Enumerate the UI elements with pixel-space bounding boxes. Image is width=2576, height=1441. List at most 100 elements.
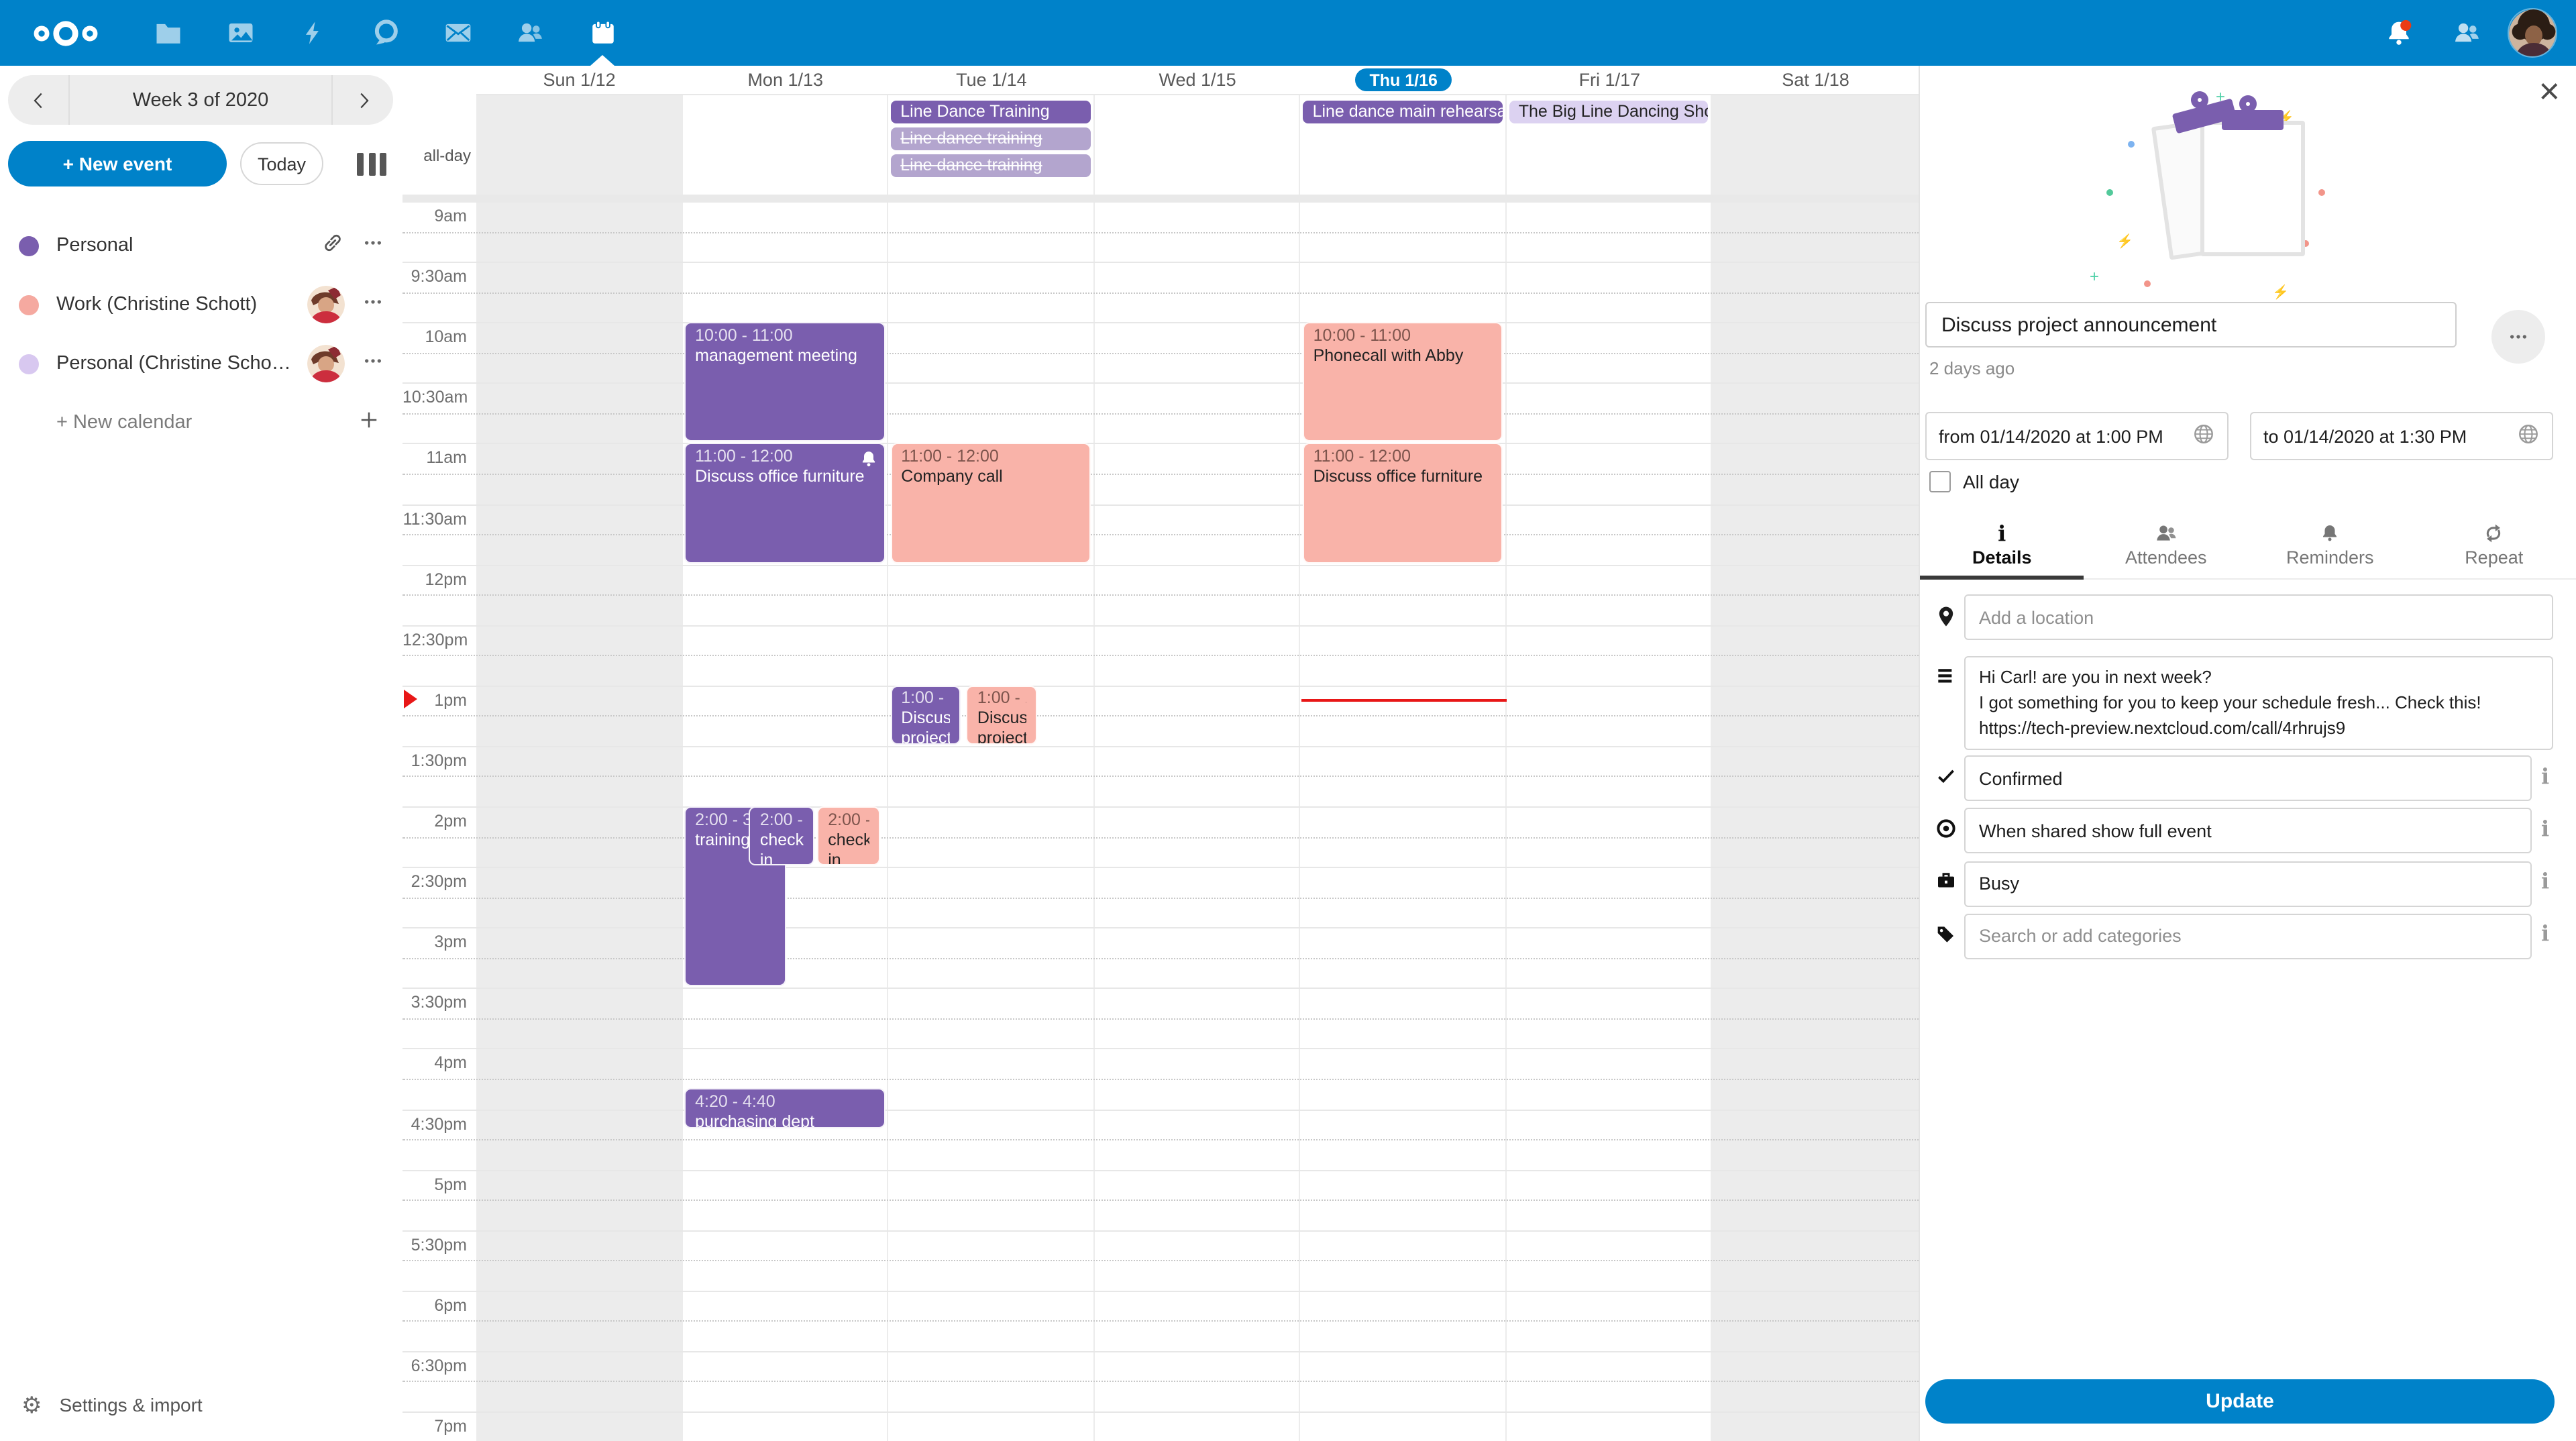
allday-label: all-day: [402, 146, 471, 165]
talk-icon[interactable]: [349, 0, 421, 66]
location-input[interactable]: [1964, 594, 2553, 640]
next-week-button[interactable]: [331, 75, 393, 125]
tab-attendees[interactable]: Attendees: [2084, 509, 2249, 578]
contacts-menu-icon[interactable]: [2440, 0, 2491, 66]
categories-info-icon[interactable]: i: [2541, 923, 2549, 945]
today-button[interactable]: Today: [240, 142, 323, 185]
calendar-list-item[interactable]: Work (Christine Schott): [0, 275, 402, 334]
timezone-globe-icon[interactable]: [2517, 423, 2540, 449]
hour-gridline: [402, 1351, 1919, 1352]
close-icon[interactable]: ×: [2538, 74, 2560, 110]
allday-event[interactable]: Line dance training: [891, 127, 1090, 150]
calendar-list-item[interactable]: Personal: [0, 216, 402, 275]
activity-icon[interactable]: [276, 0, 349, 66]
tab-repeat[interactable]: Repeat: [2412, 509, 2576, 578]
event-card[interactable]: 11:00 - 12:00Company call: [890, 443, 1091, 563]
all-day-checkbox[interactable]: [1929, 471, 1951, 492]
nextcloud-logo-icon[interactable]: [21, 15, 110, 50]
freebusy-info-icon[interactable]: i: [2541, 871, 2549, 892]
time-label: 12pm: [402, 570, 467, 588]
calendar-row-icons: [307, 286, 384, 323]
mail-icon[interactable]: [421, 0, 494, 66]
event-card[interactable]: 1:00 - 1:30Discuss project: [967, 686, 1038, 745]
event-card[interactable]: 10:00 - 11:00management meeting: [684, 322, 885, 441]
calendar-list-item[interactable]: Personal (Christine Scho…: [0, 334, 402, 393]
allday-event[interactable]: Line dance training: [891, 154, 1090, 177]
description-field[interactable]: Hi Carl! are you in next week? I got som…: [1964, 656, 2553, 750]
status-check-icon: [1932, 766, 1959, 786]
day-header[interactable]: Mon 1/13: [682, 66, 888, 94]
current-time-marker: [404, 690, 417, 709]
event-actions-menu-icon[interactable]: [2491, 310, 2545, 364]
day-header[interactable]: Fri 1/17: [1507, 66, 1713, 94]
time-label: 4pm: [402, 1054, 467, 1073]
all-day-toggle[interactable]: All day: [1929, 471, 2019, 492]
view-mode-icon[interactable]: [354, 144, 389, 183]
half-hour-gridline: [402, 231, 1919, 233]
end-datetime-field[interactable]: to 01/14/2020 at 1:30 PM: [2250, 412, 2553, 460]
event-card[interactable]: 11:00 - 12:00Discuss office furniture: [684, 443, 885, 563]
update-button[interactable]: Update: [1925, 1379, 2555, 1424]
tab-reminders[interactable]: Reminders: [2248, 509, 2412, 578]
event-title-input[interactable]: [1925, 302, 2457, 348]
confetti: +: [2090, 267, 2099, 286]
half-hour-gridline: [402, 1079, 1919, 1080]
notifications-bell-icon[interactable]: [2373, 0, 2424, 66]
event-card[interactable]: 4:20 - 4:40purchasing dept: [684, 1089, 885, 1128]
visibility-info-icon[interactable]: i: [2541, 818, 2549, 840]
day-header[interactable]: Sat 1/18: [1713, 66, 1919, 94]
tab-label: Details: [1972, 547, 2032, 567]
status-select[interactable]: Confirmed: [1964, 755, 2532, 801]
allday-event[interactable]: Line dance main rehearsal: [1303, 100, 1503, 123]
day-header[interactable]: Tue 1/14: [888, 66, 1094, 94]
contacts-icon[interactable]: [494, 0, 566, 66]
categories-input[interactable]: [1964, 913, 2532, 959]
half-hour-gridline: [402, 1139, 1919, 1140]
visibility-select[interactable]: When shared show full event: [1964, 808, 2532, 853]
new-calendar-button[interactable]: + New calendar: [0, 393, 402, 452]
day-header[interactable]: Sun 1/12: [476, 66, 682, 94]
event-card[interactable]: 11:00 - 12:00Discuss office furniture: [1303, 443, 1503, 563]
half-hour-gridline: [402, 897, 1919, 898]
share-link-icon[interactable]: [321, 230, 345, 261]
files-icon[interactable]: [131, 0, 204, 66]
today-pill: Thu 1/16: [1354, 68, 1452, 91]
freebusy-select[interactable]: Busy: [1964, 861, 2532, 906]
status-info-icon[interactable]: i: [2541, 766, 2549, 788]
calendar-menu-icon[interactable]: [362, 350, 384, 378]
new-event-button[interactable]: + New event: [8, 141, 227, 186]
time-label: 11am: [402, 449, 467, 468]
reminder-bell-icon: [859, 450, 877, 476]
start-datetime-field[interactable]: from 01/14/2020 at 1:00 PM: [1925, 412, 2229, 460]
time-label: 7pm: [402, 1417, 467, 1436]
hour-gridline: [402, 625, 1919, 626]
date-range-row: from 01/14/2020 at 1:00 PM to 01/14/2020…: [1925, 412, 2553, 460]
event-card[interactable]: 1:00 - 1:30Discuss project announcement: [890, 686, 961, 745]
allday-event[interactable]: Line Dance Training: [891, 100, 1090, 123]
event-title: Company call: [901, 467, 1080, 487]
calendar-menu-icon[interactable]: [362, 290, 384, 319]
user-avatar[interactable]: [2508, 8, 2557, 58]
week-range-label[interactable]: Week 3 of 2020: [70, 89, 331, 111]
hour-gridline: [402, 1291, 1919, 1292]
new-calendar-label: + New calendar: [56, 412, 357, 433]
photos-icon[interactable]: [204, 0, 276, 66]
week-switcher: Week 3 of 2020: [8, 75, 393, 125]
calendar-grid: 9am9:30am10am10:30am11am11:30am12pm12:30…: [402, 95, 1919, 1441]
shared-by-avatar: [307, 345, 345, 382]
half-hour-gridline: [402, 1018, 1919, 1020]
day-header[interactable]: Thu 1/16: [1301, 66, 1507, 94]
event-card[interactable]: 2:00 - 2:30check-in: [817, 806, 879, 865]
settings-import-button[interactable]: ⚙ Settings & import: [0, 1377, 402, 1433]
event-card[interactable]: 2:00 - 2:30check-in: [749, 806, 814, 865]
calendar-menu-icon[interactable]: [362, 231, 384, 260]
day-header[interactable]: Wed 1/15: [1094, 66, 1300, 94]
allday-event[interactable]: The Big Line Dancing Show: [1509, 100, 1709, 123]
timezone-globe-icon[interactable]: [2192, 423, 2215, 449]
tab-details[interactable]: i Details: [1920, 509, 2084, 578]
clip: [2221, 110, 2283, 130]
previous-week-button[interactable]: [8, 75, 70, 125]
event-card[interactable]: 10:00 - 11:00Phonecall with Abby: [1303, 322, 1503, 441]
calendar-app-icon[interactable]: [566, 0, 639, 66]
clip-ring: [2239, 95, 2256, 113]
